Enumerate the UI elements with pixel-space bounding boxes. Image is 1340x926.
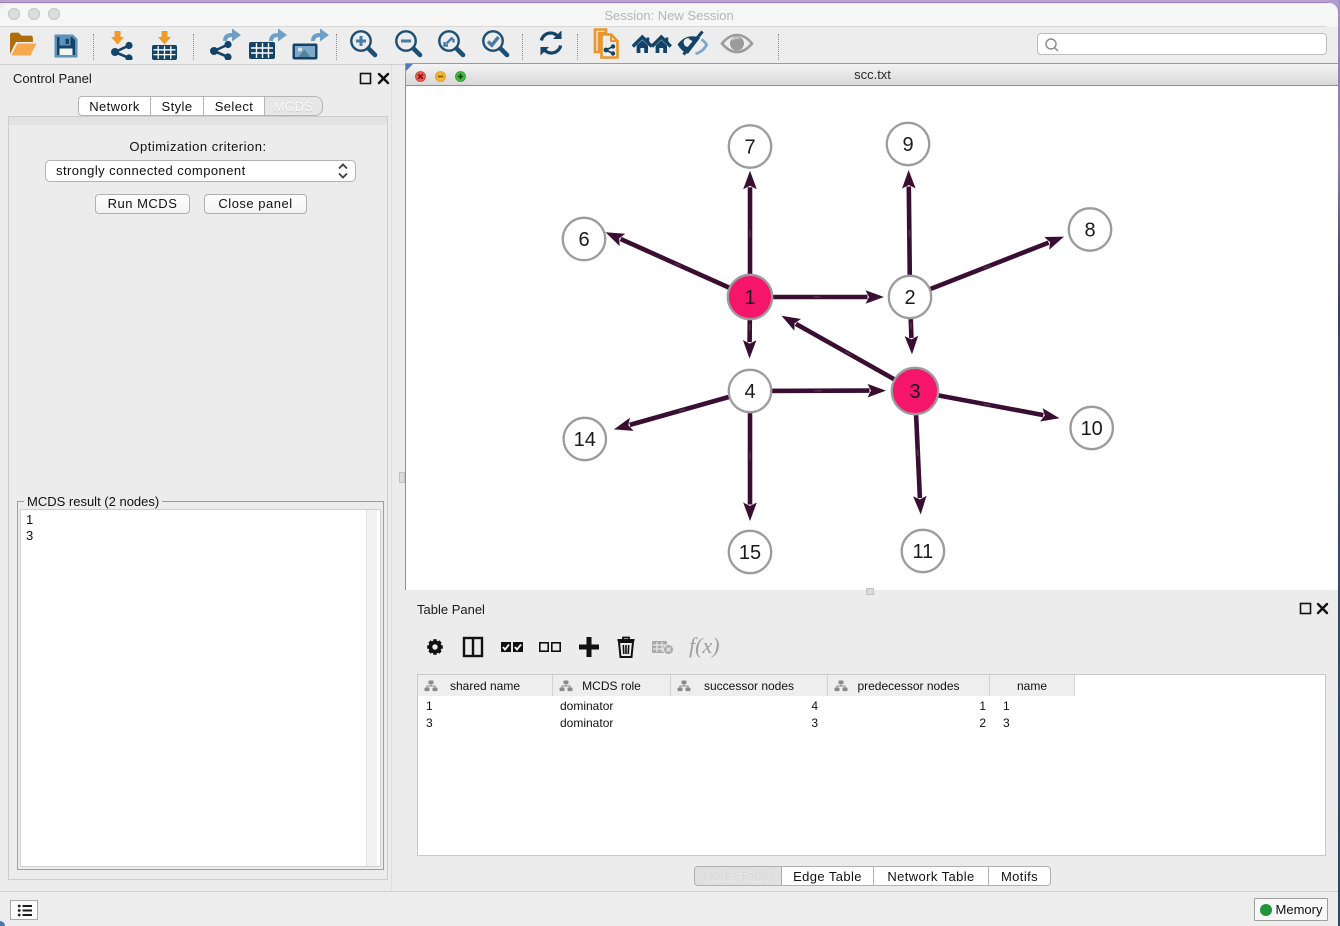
svg-text:14: 14 <box>574 429 596 451</box>
svg-text:11: 11 <box>913 541 934 563</box>
svg-text:6: 6 <box>578 229 589 251</box>
svg-text:7: 7 <box>744 137 755 159</box>
svg-text:4: 4 <box>744 381 755 403</box>
svg-text:2: 2 <box>904 287 915 309</box>
svg-text:8: 8 <box>1084 220 1095 242</box>
svg-text:3: 3 <box>909 381 920 403</box>
svg-text:9: 9 <box>902 134 913 156</box>
svg-text:1: 1 <box>744 287 755 309</box>
svg-text:15: 15 <box>739 542 761 564</box>
svg-text:10: 10 <box>1081 418 1103 440</box>
